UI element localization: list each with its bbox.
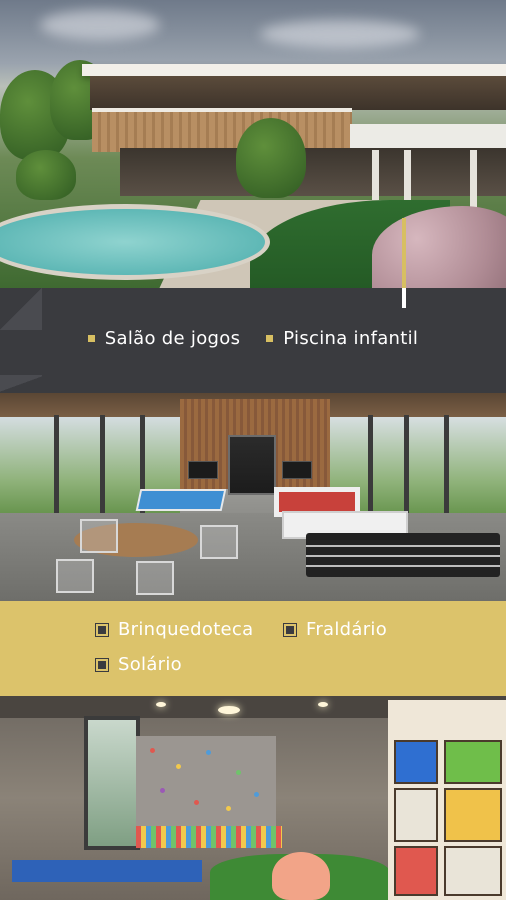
cloud [40, 10, 160, 40]
climbing-hold [194, 800, 199, 805]
clubhouse-upper-floor [90, 76, 506, 110]
amenity-item: Solário [96, 654, 182, 675]
amenities-dark-band: Salão de jogos Piscina infantil [0, 288, 506, 393]
shelf-cell [394, 788, 438, 842]
amenity-label: Salão de jogos [104, 328, 241, 349]
ceiling-light [156, 702, 166, 707]
ceiling-light [318, 702, 328, 707]
toy-shelf [388, 700, 506, 900]
climbing-hold [206, 750, 211, 755]
climbing-wall [136, 736, 276, 840]
clubhouse-roof [82, 64, 506, 76]
gold-square-bullet-icon [266, 335, 274, 342]
amenity-label: Fraldário [306, 619, 388, 640]
amenity-item: Fraldário [284, 619, 387, 640]
corner-triangle-decoration [0, 288, 42, 330]
amenities-gold-band: Brinquedoteca Fraldário Solário [0, 601, 506, 696]
climbing-hold [176, 764, 181, 769]
chair [200, 525, 238, 559]
dark-square-bullet-icon [96, 623, 108, 636]
shelf-cell [444, 788, 502, 842]
amenity-label: Brinquedoteca [118, 619, 254, 640]
climbing-hold [254, 792, 259, 797]
shelf-cell [444, 846, 502, 896]
clubhouse-ground-floor [120, 148, 506, 196]
game-room-photo [0, 393, 506, 601]
pool-clubhouse-photo [0, 0, 506, 288]
climbing-hold [150, 748, 155, 753]
shelf-cell [444, 740, 502, 784]
climbing-hold [160, 788, 165, 793]
amenities-top-list: Salão de jogos Piscina infantil [0, 328, 506, 349]
ping-pong-table [135, 489, 227, 511]
ball-pit [136, 826, 282, 848]
cloud [260, 20, 420, 48]
amenity-item: Piscina infantil [266, 328, 418, 349]
gold-square-bullet-icon [87, 335, 95, 342]
foosball-rod [306, 555, 500, 557]
dark-square-bullet-icon [96, 658, 108, 671]
corner-triangle-decoration [0, 375, 42, 393]
amenity-label: Solário [118, 654, 182, 675]
accent-line [402, 288, 406, 308]
foosball-rod [306, 565, 500, 567]
kids-table [12, 860, 202, 882]
chair [80, 519, 118, 553]
palm-tree [236, 118, 306, 198]
playroom-photo [0, 696, 506, 900]
clubhouse-wood-facade [92, 108, 352, 152]
chair [136, 561, 174, 595]
shelf-cell [394, 740, 438, 784]
beanbag [272, 852, 330, 900]
climbing-hold [226, 806, 231, 811]
amenity-item: Brinquedoteca [96, 619, 253, 640]
wall-tv [188, 461, 218, 479]
foosball-rod [306, 545, 500, 547]
accent-line [402, 218, 406, 288]
wall-tv [282, 461, 312, 479]
amenity-label: Piscina infantil [283, 328, 419, 349]
dark-square-bullet-icon [284, 623, 296, 636]
ceiling-light [218, 706, 240, 714]
shrub [16, 150, 76, 200]
climbing-hold [236, 770, 241, 775]
shelf-cell [394, 846, 438, 896]
glass-door [84, 716, 140, 850]
column [470, 150, 477, 208]
chair [56, 559, 94, 593]
glass-door [228, 435, 276, 495]
amenity-item: Salão de jogos [87, 328, 241, 349]
